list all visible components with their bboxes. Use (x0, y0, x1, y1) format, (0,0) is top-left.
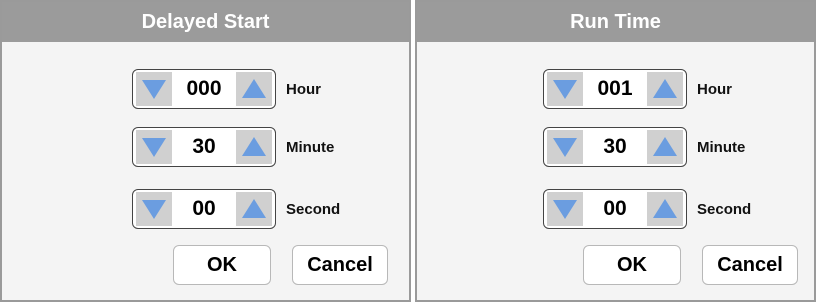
delayed-start-panel: Delayed Start 000 Hour 30 Minute 00 Seco… (0, 0, 411, 302)
triangle-down-icon (553, 138, 577, 157)
hour-unit-label: Hour (697, 80, 732, 98)
second-increment-button[interactable] (236, 192, 272, 226)
triangle-down-icon (142, 138, 166, 157)
hour-increment-button[interactable] (647, 72, 683, 106)
minute-increment-button[interactable] (236, 130, 272, 164)
run-time-second-spinner: 00 (543, 189, 687, 229)
run-time-minute-row: 30 Minute (543, 126, 745, 168)
second-increment-button[interactable] (647, 192, 683, 226)
minute-value[interactable]: 30 (172, 135, 236, 159)
triangle-down-icon (142, 80, 166, 99)
delayed-start-hour-row: 000 Hour (132, 68, 321, 110)
triangle-up-icon (653, 199, 677, 218)
ok-button[interactable]: OK (173, 245, 271, 285)
run-time-hour-row: 001 Hour (543, 68, 732, 110)
minute-unit-label: Minute (286, 138, 335, 156)
triangle-up-icon (653, 137, 677, 156)
hour-decrement-button[interactable] (136, 72, 172, 106)
run-time-panel: Run Time 001 Hour 30 Minute 00 Second OK… (415, 0, 816, 302)
triangle-down-icon (553, 80, 577, 99)
delayed-start-hour-spinner: 000 (132, 69, 276, 109)
triangle-down-icon (553, 200, 577, 219)
cancel-button[interactable]: Cancel (292, 245, 388, 285)
ok-button[interactable]: OK (583, 245, 681, 285)
second-value[interactable]: 00 (172, 197, 236, 221)
delayed-start-minute-spinner: 30 (132, 127, 276, 167)
second-unit-label: Second (697, 200, 752, 218)
delayed-start-title: Delayed Start (2, 2, 409, 42)
triangle-up-icon (242, 199, 266, 218)
second-value[interactable]: 00 (583, 197, 647, 221)
hour-value[interactable]: 000 (172, 77, 236, 101)
minute-decrement-button[interactable] (547, 130, 583, 164)
cancel-button[interactable]: Cancel (702, 245, 798, 285)
second-decrement-button[interactable] (547, 192, 583, 226)
hour-decrement-button[interactable] (547, 72, 583, 106)
delayed-start-minute-row: 30 Minute (132, 126, 334, 168)
delayed-start-second-spinner: 00 (132, 189, 276, 229)
triangle-down-icon (142, 200, 166, 219)
run-time-minute-spinner: 30 (543, 127, 687, 167)
hour-value[interactable]: 001 (583, 77, 647, 101)
second-unit-label: Second (286, 200, 341, 218)
run-time-title: Run Time (417, 2, 814, 42)
run-time-second-row: 00 Second (543, 188, 751, 230)
delayed-start-second-row: 00 Second (132, 188, 340, 230)
minute-value[interactable]: 30 (583, 135, 647, 159)
minute-increment-button[interactable] (647, 130, 683, 164)
run-time-hour-spinner: 001 (543, 69, 687, 109)
triangle-up-icon (242, 137, 266, 156)
hour-increment-button[interactable] (236, 72, 272, 106)
minute-unit-label: Minute (697, 138, 746, 156)
minute-decrement-button[interactable] (136, 130, 172, 164)
second-decrement-button[interactable] (136, 192, 172, 226)
triangle-up-icon (653, 79, 677, 98)
hour-unit-label: Hour (286, 80, 321, 98)
triangle-up-icon (242, 79, 266, 98)
